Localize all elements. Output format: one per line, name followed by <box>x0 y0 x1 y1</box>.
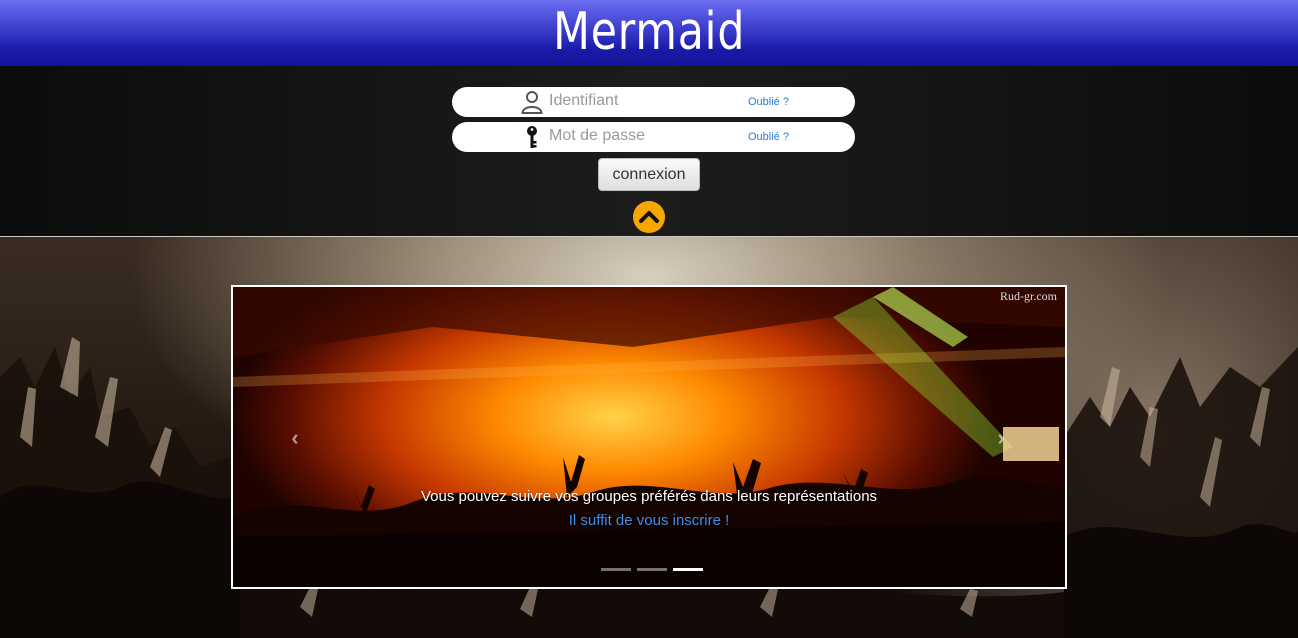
signup-link[interactable]: Il suffit de vous inscrire ! <box>233 512 1065 529</box>
forgot-password-link[interactable]: Oublié ? <box>748 131 789 143</box>
password-field: Oublié ? <box>452 122 855 152</box>
carousel-prev-button[interactable]: ‹ <box>285 425 305 450</box>
login-panel: Oublié ? Oublié ? connexion <box>0 66 1298 237</box>
carousel-indicator[interactable] <box>601 568 631 571</box>
carousel-indicators <box>598 558 706 576</box>
username-field: Oublié ? <box>452 87 855 117</box>
username-input[interactable] <box>549 92 729 110</box>
concert-slide-image <box>233 287 1065 587</box>
watermark: Rud-gr.com <box>1000 289 1057 303</box>
user-icon <box>521 91 543 114</box>
login-button[interactable]: connexion <box>598 158 700 191</box>
key-icon <box>527 126 537 148</box>
carousel-indicator[interactable] <box>673 568 703 571</box>
chevron-up-icon[interactable] <box>633 201 665 233</box>
carousel-next-button[interactable]: › <box>991 425 1011 450</box>
carousel-caption: Vous pouvez suivre vos groupes préférés … <box>420 488 878 505</box>
site-header: Mermaid <box>0 0 1298 66</box>
forgot-username-link[interactable]: Oublié ? <box>748 96 789 108</box>
brand-title: Mermaid <box>552 2 746 62</box>
password-input[interactable] <box>549 127 729 145</box>
image-carousel: Rud-gr.com ‹ › Vous pouvez suivre vos gr… <box>231 285 1067 589</box>
carousel-indicator[interactable] <box>637 568 667 571</box>
